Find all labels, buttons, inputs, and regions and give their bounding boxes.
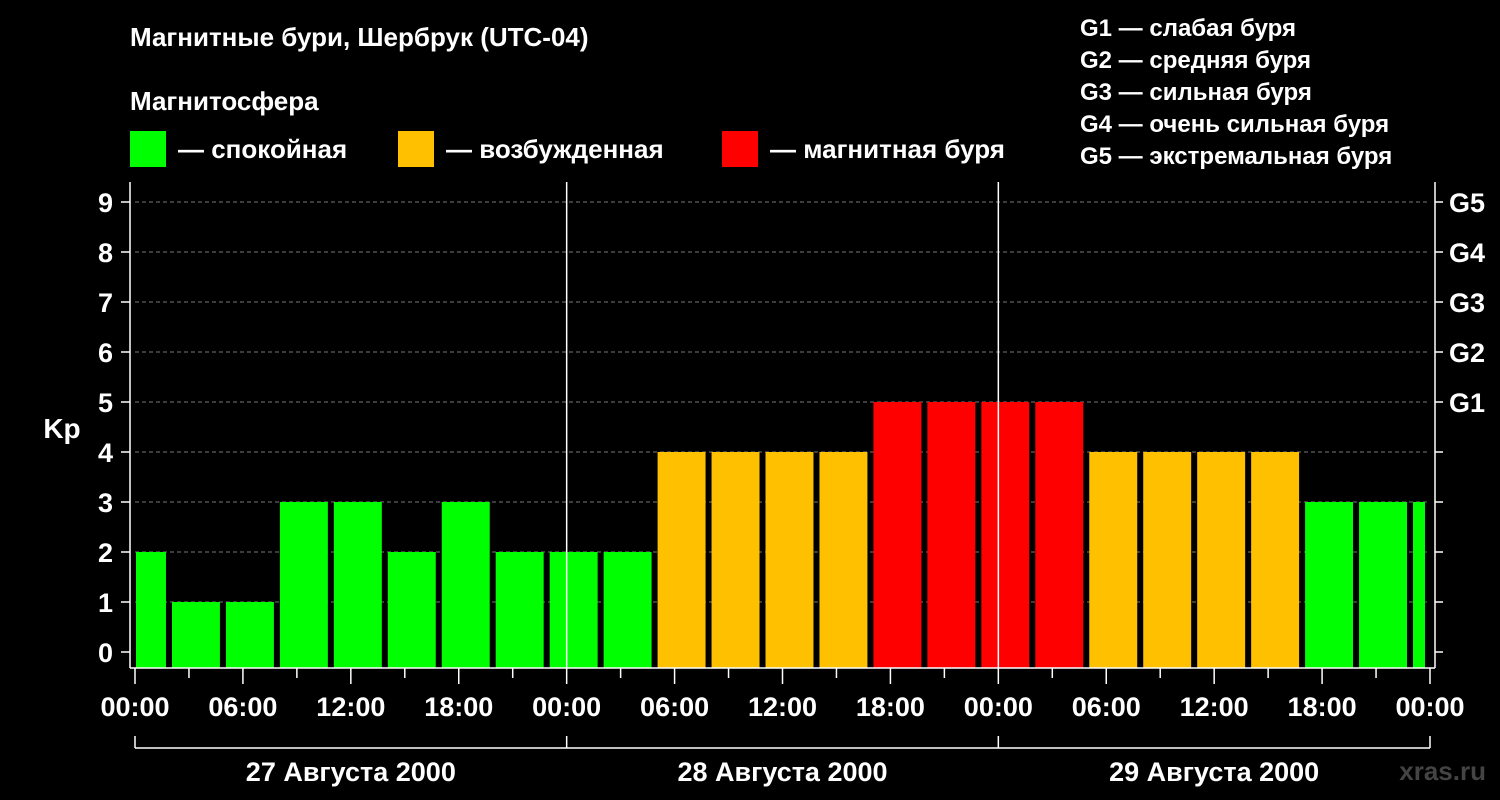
bar-13 <box>819 452 868 668</box>
bar-23 <box>1359 502 1408 668</box>
day-label: 27 Августа 2000 <box>246 757 456 787</box>
bar-12 <box>765 452 814 668</box>
y-tick-label: 9 <box>98 188 113 218</box>
bar-3 <box>279 502 328 668</box>
bar-15 <box>927 402 976 668</box>
y-tick-label: 1 <box>98 588 113 618</box>
bar-14 <box>873 402 922 668</box>
bar-4 <box>333 502 382 668</box>
g-tick-label: G1 <box>1449 388 1485 418</box>
x-tick-label: 00:00 <box>532 692 601 722</box>
x-tick-label: 06:00 <box>640 692 709 722</box>
bar-16 <box>981 402 1030 668</box>
y-tick-label: 7 <box>98 288 113 318</box>
day-label: 28 Августа 2000 <box>677 757 887 787</box>
kp-chart: 0 1 2 3 4 5 6 7 8 9 G1 G2 G3 G4 G5 00:00 06:00 12:00 18:00… <box>43 182 1485 787</box>
y-axis-label: Kp <box>43 413 80 444</box>
y-tick-label: 0 <box>98 638 113 668</box>
y-tick-label: 5 <box>98 388 113 418</box>
g-tick-label: G5 <box>1449 188 1485 218</box>
g-tick-label: G2 <box>1449 338 1485 368</box>
x-tick-label: 00:00 <box>964 692 1033 722</box>
watermark: xras.ru <box>1399 756 1486 786</box>
bar-18 <box>1089 452 1138 668</box>
bar-2 <box>225 602 274 668</box>
x-tick-label: 00:00 <box>1395 692 1464 722</box>
bar-22 <box>1305 502 1354 668</box>
x-tick-label: 00:00 <box>100 692 169 722</box>
x-tick-label: 12:00 <box>316 692 385 722</box>
bar-10 <box>657 452 706 668</box>
y-tick-label: 6 <box>98 338 113 368</box>
day-label: 29 Августа 2000 <box>1109 757 1319 787</box>
x-tick-label: 12:00 <box>748 692 817 722</box>
y-tick-label: 8 <box>98 238 113 268</box>
x-tick-label: 18:00 <box>424 692 493 722</box>
x-tick-label: 18:00 <box>856 692 925 722</box>
bar-17 <box>1035 402 1084 668</box>
x-tick-label: 06:00 <box>208 692 277 722</box>
x-tick-label: 06:00 <box>1072 692 1141 722</box>
g-tick-label: G3 <box>1449 288 1485 318</box>
y-tick-label: 4 <box>98 438 113 468</box>
x-tick-label: 12:00 <box>1180 692 1249 722</box>
y-tick-label: 2 <box>98 538 113 568</box>
bar-6 <box>441 502 490 668</box>
g-tick-label: G4 <box>1449 238 1485 268</box>
bar-5 <box>387 552 436 668</box>
bar-19 <box>1143 452 1192 668</box>
bar-11 <box>711 452 760 668</box>
bar-0 <box>136 552 166 668</box>
bar-24 <box>1413 502 1425 668</box>
bar-1 <box>171 602 220 668</box>
bar-20 <box>1197 452 1246 668</box>
x-tick-label: 18:00 <box>1288 692 1357 722</box>
y-tick-label: 3 <box>98 488 113 518</box>
bar-21 <box>1251 452 1300 668</box>
bar-layer <box>136 402 1425 668</box>
bar-9 <box>603 552 652 668</box>
bar-7 <box>495 552 544 668</box>
bar-8 <box>549 552 598 668</box>
